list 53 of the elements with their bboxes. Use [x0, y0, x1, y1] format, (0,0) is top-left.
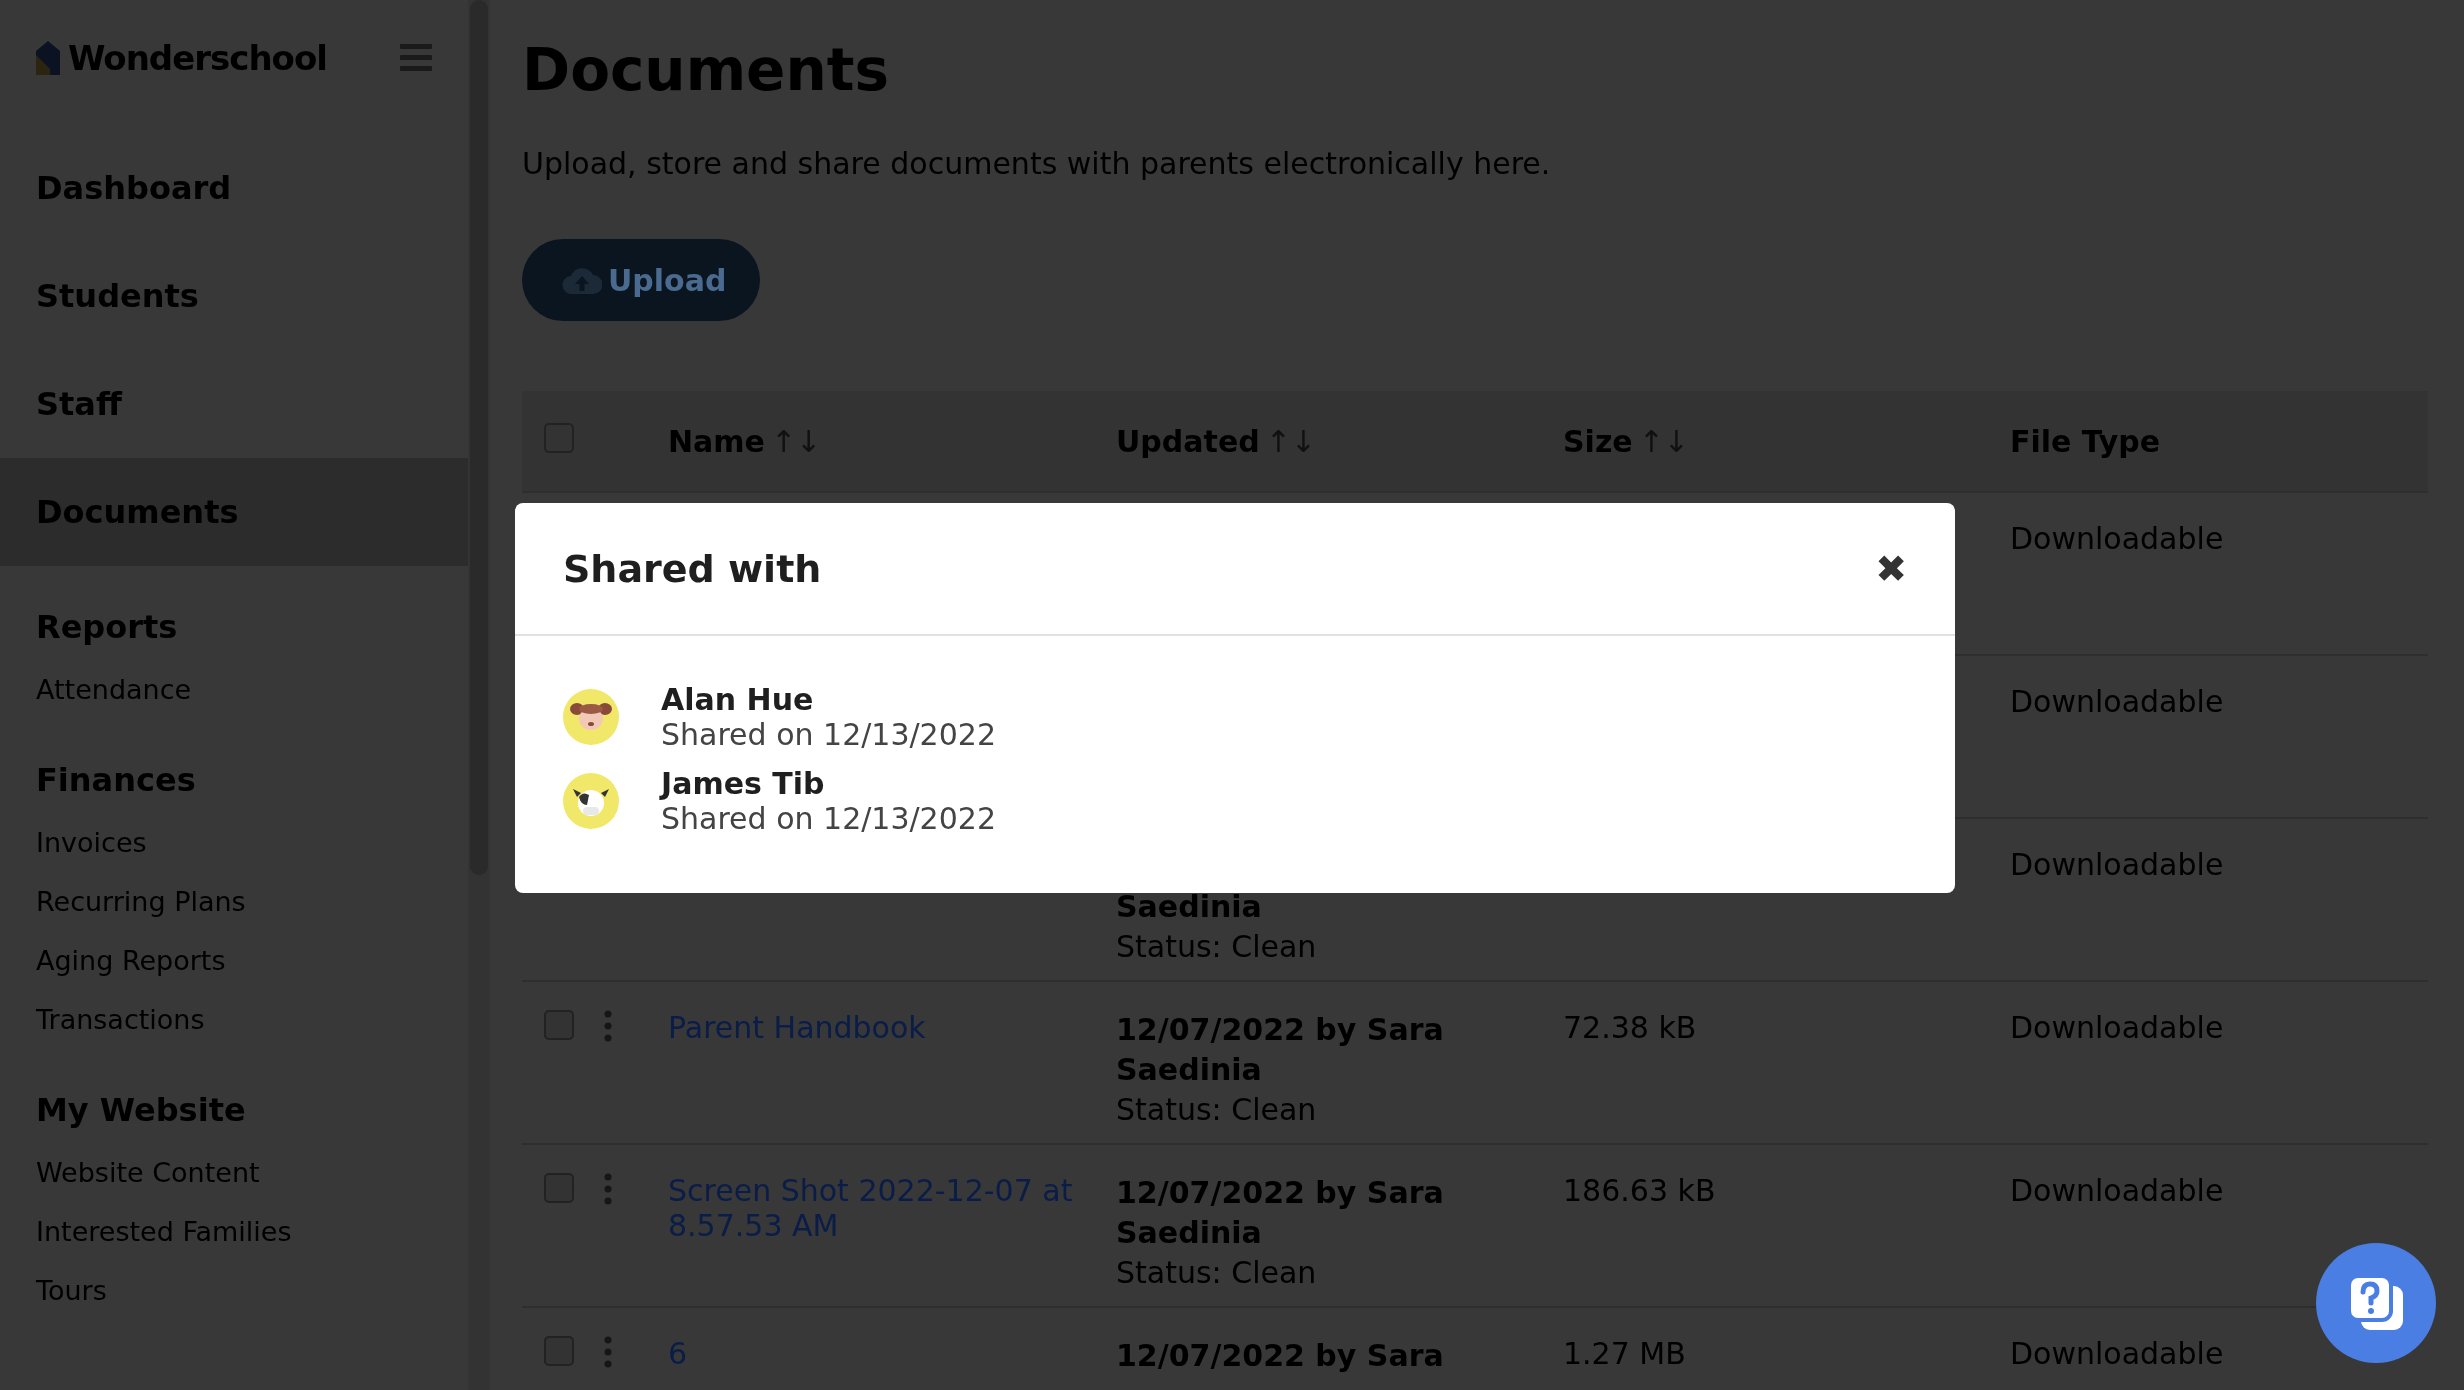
sort-arrows[interactable]: ↑↓: [1265, 423, 1316, 459]
avatar-icon: [563, 689, 619, 745]
dialog-title: Shared with: [563, 546, 822, 591]
file-size: 186.63 kB: [1563, 1173, 1716, 1208]
nav-item[interactable]: Dashboard: [0, 134, 468, 242]
shared-date: Shared on 12/13/2022: [661, 801, 996, 836]
close-button[interactable]: ✖: [1875, 549, 1907, 588]
sort-arrows[interactable]: ↑↓: [770, 423, 822, 459]
status-text: Status: Clean: [1116, 928, 1318, 966]
nav-subitem[interactable]: Attendance: [0, 660, 468, 719]
file-type: Downloadable: [2010, 684, 2224, 719]
updated-text: 12/07/2022 by Sara: [1116, 1174, 1445, 1212]
nav-subitem[interactable]: Aging Reports: [0, 931, 468, 990]
nav-section-heading: My Website: [35, 1090, 247, 1131]
nav-item[interactable]: Staff: [0, 350, 468, 458]
page-description: Upload, store and share documents with parents electronically here.: [522, 146, 1552, 181]
person-name: James Tib: [661, 766, 826, 801]
file-type: Downloadable: [2010, 1173, 2224, 1208]
nav-subitem[interactable]: Interested Families: [0, 1202, 468, 1261]
updated-text: Saedinia: [1116, 1051, 1263, 1089]
updated-text: Saedinia: [1116, 1214, 1263, 1252]
nav-subitem[interactable]: Tours: [0, 1261, 468, 1320]
more-options-icon[interactable]: [604, 1173, 612, 1205]
nav-subitem[interactable]: Transactions: [0, 990, 468, 1049]
updated-text: 12/07/2022 by Sara: [1116, 1011, 1445, 1049]
page-title: Documents: [522, 36, 890, 104]
file-type: Downloadable: [2010, 1336, 2224, 1371]
avatar-icon: [563, 773, 619, 829]
sort-arrows[interactable]: ↑↓: [1638, 423, 1689, 459]
upload-button[interactable]: Upload: [522, 239, 761, 321]
logo-text[interactable]: Wonderschool: [68, 38, 327, 78]
nav-subitem[interactable]: Invoices: [0, 813, 468, 872]
nav-item[interactable]: Students: [0, 242, 468, 350]
nav-section-heading: Finances: [35, 760, 197, 801]
file-type: Downloadable: [2010, 1010, 2224, 1045]
house-logo-icon: [36, 41, 60, 75]
updated-text: Saedinia: [1116, 888, 1263, 926]
nav-subitem[interactable]: Recurring Plans: [0, 872, 468, 931]
menu-icon[interactable]: [400, 44, 432, 72]
file-size: 1.27 MB: [1563, 1336, 1686, 1371]
updated-text: 12/07/2022 by Sara: [1116, 1337, 1445, 1375]
nav-section-heading: Reports: [35, 607, 179, 648]
status-text: Status: Clean: [1116, 1254, 1318, 1292]
more-options-icon[interactable]: [604, 1010, 612, 1042]
status-text: Status: Clean: [1116, 1091, 1318, 1129]
shared-date: Shared on 12/13/2022: [661, 717, 996, 752]
file-size: 72.38 kB: [1563, 1010, 1697, 1045]
file-type: Downloadable: [2010, 847, 2224, 882]
file-type: Downloadable: [2010, 521, 2224, 556]
person-name: Alan Hue: [661, 682, 815, 717]
more-options-icon[interactable]: [604, 1336, 612, 1368]
cloud-upload-icon: [562, 266, 602, 294]
nav-subitem[interactable]: Website Content: [0, 1143, 468, 1202]
